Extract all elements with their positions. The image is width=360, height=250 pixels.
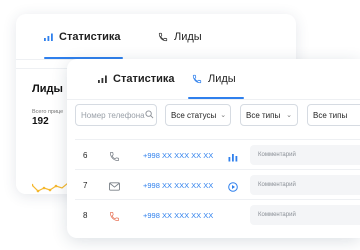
tab-bar: Статистика Лиды bbox=[16, 14, 296, 60]
table-row[interactable]: 7 +998 XX XXX XX XX Комментарий bbox=[75, 169, 360, 200]
tab-statistics[interactable]: Статистика bbox=[98, 59, 175, 99]
tab-statistics[interactable]: Статистика bbox=[44, 14, 123, 59]
phone-icon bbox=[158, 32, 168, 42]
phone-number[interactable]: +998 XX XXX XX XX bbox=[143, 181, 213, 190]
chevron-down-icon: ⌄ bbox=[220, 112, 227, 119]
type-select[interactable]: Все типы ⌄ bbox=[240, 104, 298, 126]
phone-search-input[interactable]: Номер телефона bbox=[75, 104, 157, 126]
tab-label: Лиды bbox=[208, 73, 236, 85]
mail-icon bbox=[109, 179, 120, 197]
phone-icon bbox=[109, 149, 120, 167]
stage: Статистика Лиды Лиды Всего прице 192 Ста… bbox=[0, 0, 360, 250]
panel-title: Лиды bbox=[32, 83, 63, 95]
search-icon bbox=[145, 109, 154, 121]
status-value: Все статусы bbox=[171, 110, 217, 120]
stats-icon[interactable] bbox=[228, 149, 238, 167]
filter-bar: Номер телефона Все статусы ⌄ Все типы ⌄ … bbox=[75, 104, 360, 130]
phone-number[interactable]: +998 XX XXX XX XX bbox=[143, 151, 213, 160]
type-value: Все типы bbox=[313, 110, 348, 120]
table-row[interactable]: 6 +998 XX XXX XX XX Комментарий bbox=[75, 139, 360, 170]
tab-label: Статистика bbox=[113, 73, 175, 85]
tab-label: Статистика bbox=[59, 30, 121, 43]
chevron-down-icon: ⌄ bbox=[286, 112, 292, 119]
row-id: 7 bbox=[83, 181, 88, 190]
tab-bar: Статистика Лиды bbox=[67, 59, 360, 100]
bar-chart-icon bbox=[44, 33, 53, 41]
phone-number[interactable]: +998 XX XXX XX XX bbox=[143, 211, 213, 220]
row-id: 6 bbox=[83, 151, 88, 160]
status-select[interactable]: Все статусы ⌄ bbox=[165, 104, 231, 126]
missed-call-icon bbox=[109, 209, 120, 227]
comment-input[interactable]: Комментарий bbox=[250, 145, 360, 165]
bar-chart-icon bbox=[98, 75, 107, 83]
comment-input[interactable]: Комментарий bbox=[250, 205, 360, 225]
row-id: 8 bbox=[83, 211, 88, 220]
comment-input[interactable]: Комментарий bbox=[250, 175, 360, 195]
table-row[interactable]: 8 +998 XX XXX XX XX Комментарий bbox=[75, 199, 360, 230]
leads-card: Статистика Лиды Номер телефона Все стату… bbox=[67, 59, 360, 238]
type-value: Все типы bbox=[246, 110, 281, 120]
total-value: 192 bbox=[32, 116, 49, 127]
active-tab-indicator bbox=[188, 97, 244, 99]
tab-label: Лиды bbox=[174, 30, 202, 43]
search-placeholder: Номер телефона bbox=[81, 110, 145, 120]
type-select-secondary[interactable]: Все типы ⌄ bbox=[307, 104, 360, 126]
tab-leads[interactable]: Лиды bbox=[158, 14, 202, 59]
play-icon[interactable] bbox=[228, 179, 238, 197]
total-label: Всего прице bbox=[32, 109, 64, 115]
phone-icon bbox=[192, 74, 202, 84]
tab-leads[interactable]: Лиды bbox=[188, 59, 244, 99]
